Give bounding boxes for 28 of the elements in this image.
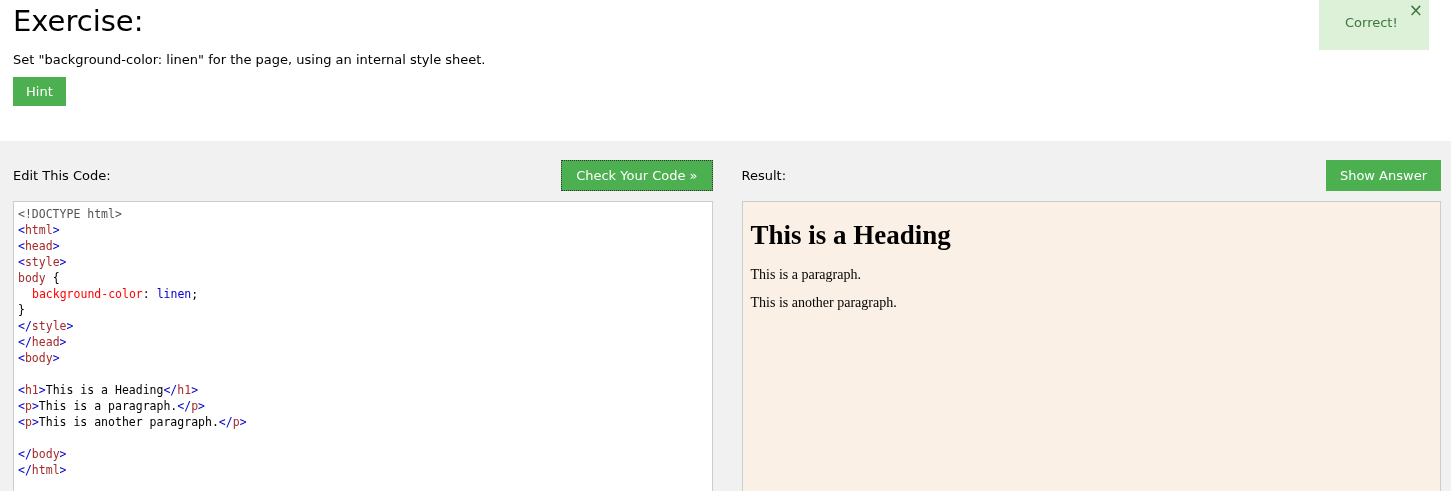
code-line: </html> — [18, 463, 67, 477]
code-line: <p>This is a paragraph.</p> — [18, 399, 206, 413]
check-code-button[interactable]: Check Your Code » — [561, 160, 713, 191]
code-line: <h1>This is a Heading</h1> — [18, 383, 199, 397]
code-line: </head> — [18, 335, 67, 349]
notification-message: Correct! — [1345, 15, 1398, 30]
code-editor[interactable]: <!DOCTYPE html> <html> <head> <style> body { background-color: linen; } </style> </head> <body> <h1>This is a Heading</h1> <p>This is a paragraph.</p> <p>This is another paragraph.</p> </body> </html> — [13, 201, 713, 491]
editor-label: Edit This Code: — [13, 168, 111, 183]
close-icon[interactable]: × — [1408, 2, 1423, 19]
result-heading: This is a Heading — [750, 220, 952, 251]
exercise-title: Exercise: — [13, 3, 144, 38]
result-paragraph: This is a paragraph. — [750, 267, 862, 283]
code-line: <html> — [18, 223, 60, 237]
code-line: <p>This is another paragraph.</p> — [18, 415, 247, 429]
code-line: </style> — [18, 319, 74, 333]
hint-button[interactable]: Hint — [13, 77, 66, 106]
code-line: <!DOCTYPE html> — [18, 207, 122, 221]
result-paragraph: This is another paragraph. — [750, 295, 898, 311]
result-label: Result: — [741, 168, 787, 183]
code-line: <style> — [18, 255, 67, 269]
code-line: </body> — [18, 447, 67, 461]
code-line: <body> — [18, 351, 60, 365]
code-line: background-color: linen; — [32, 287, 199, 301]
exercise-instruction: Set "background-color: linen" for the page, using an internal style sheet. — [13, 52, 487, 67]
code-line: } — [18, 303, 25, 317]
show-answer-button[interactable]: Show Answer — [1325, 160, 1441, 191]
code-line: <head> — [18, 239, 60, 253]
code-line: body { — [18, 271, 60, 285]
